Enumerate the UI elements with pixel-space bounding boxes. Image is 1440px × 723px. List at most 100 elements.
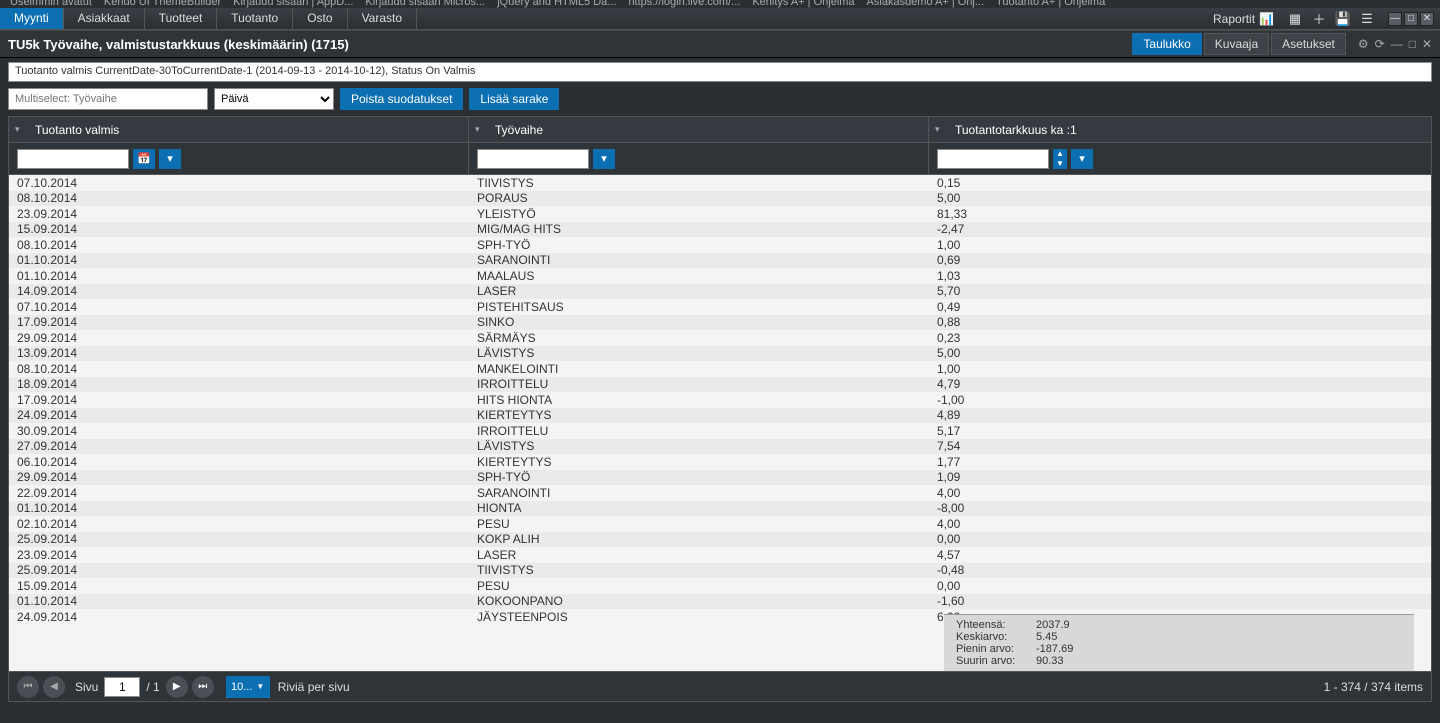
table-row[interactable]: 24.09.2014KIERTEYTYS4,89 xyxy=(9,408,1431,424)
table-row[interactable]: 07.10.2014PISTEHITSAUS0,49 xyxy=(9,299,1431,315)
pager-info: 1 - 374 / 374 items xyxy=(1324,680,1423,694)
table-row[interactable]: 01.10.2014KOKOONPANO-1,60 xyxy=(9,594,1431,610)
browser-tab[interactable]: Kendo UI ThemeBuilder xyxy=(104,0,221,8)
filter-description[interactable]: Tuotanto valmis CurrentDate-30ToCurrentD… xyxy=(8,62,1432,82)
filter-input-c2[interactable] xyxy=(477,149,589,169)
table-row[interactable]: 17.09.2014SINKO0,88 xyxy=(9,315,1431,331)
cell-vaihe: KOKOONPANO xyxy=(469,594,929,610)
pager-page-input[interactable] xyxy=(104,677,140,697)
table-row[interactable]: 07.10.2014TIIVISTYS0,15 xyxy=(9,175,1431,191)
panel-maximize-icon[interactable]: □ xyxy=(1409,37,1416,51)
clear-filters-button[interactable]: Poista suodatukset xyxy=(340,88,463,110)
table-row[interactable]: 25.09.2014TIIVISTYS-0,48 xyxy=(9,563,1431,579)
pager-first-button[interactable]: ⏮ xyxy=(17,676,39,698)
col-header-tyovaihe[interactable]: ▾ Työvaihe xyxy=(469,117,929,142)
browser-tab[interactable]: Useimmin avatut xyxy=(10,0,92,8)
table-row[interactable]: 02.10.2014PESU4,00 xyxy=(9,516,1431,532)
cell-date: 22.09.2014 xyxy=(9,485,469,501)
view-taulukko[interactable]: Taulukko xyxy=(1132,33,1201,55)
list-icon[interactable]: ☰ xyxy=(1358,11,1376,27)
table-row[interactable]: 25.09.2014KOKP ALIH0,00 xyxy=(9,532,1431,548)
cell-date: 24.09.2014 xyxy=(9,408,469,424)
nav-tab-asiakkaat[interactable]: Asiakkaat xyxy=(64,8,145,29)
nav-tab-myynti[interactable]: Myynti xyxy=(0,8,64,29)
nav-tab-varasto[interactable]: Varasto xyxy=(348,8,417,29)
cell-vaihe: PISTEHITSAUS xyxy=(469,299,929,315)
view-asetukset[interactable]: Asetukset xyxy=(1271,33,1346,55)
cell-date: 24.09.2014 xyxy=(9,609,469,625)
plus-icon[interactable]: ＋ xyxy=(1310,11,1328,27)
filter-input-c1[interactable] xyxy=(17,149,129,169)
table-row[interactable]: 15.09.2014PESU0,00 xyxy=(9,578,1431,594)
cell-vaihe: SARANOINTI xyxy=(469,485,929,501)
table-row[interactable]: 13.09.2014LÄVISTYS5,00 xyxy=(9,346,1431,362)
table-row[interactable]: 30.09.2014IRROITTELU5,17 xyxy=(9,423,1431,439)
browser-tab[interactable]: Kirjaudu sisään Micros... xyxy=(365,0,485,8)
pager-prev-button[interactable]: ◀ xyxy=(43,676,65,698)
multiselect-tyovaihe[interactable] xyxy=(8,88,208,110)
table-row[interactable]: 14.09.2014LASER5,70 xyxy=(9,284,1431,300)
window-close-icon[interactable]: ✕ xyxy=(1420,12,1434,26)
cell-vaihe: PORAUS xyxy=(469,191,929,207)
controls-row: Päivä Poista suodatukset Lisää sarake xyxy=(0,82,1440,116)
panel-close-icon[interactable]: ✕ xyxy=(1422,37,1432,51)
cell-date: 23.09.2014 xyxy=(9,206,469,222)
nav-tab-tuotteet[interactable]: Tuotteet xyxy=(145,8,218,29)
table-row[interactable]: 23.09.2014YLEISTYÖ81,33 xyxy=(9,206,1431,222)
filter-icon[interactable]: ▾ xyxy=(1071,149,1093,169)
browser-tab[interactable]: Kirjaudu sisään | AppD... xyxy=(233,0,353,8)
nav-tab-tuotanto[interactable]: Tuotanto xyxy=(217,8,293,29)
nav-tab-osto[interactable]: Osto xyxy=(293,8,347,29)
browser-tab[interactable]: https://login.live.com/... xyxy=(628,0,740,8)
table-row[interactable]: 01.10.2014MAALAUS1,03 xyxy=(9,268,1431,284)
browser-tab[interactable]: Asiakasdemo A+ | Ohj... xyxy=(867,0,985,8)
refresh-icon[interactable]: ⟳ xyxy=(1375,37,1385,51)
table-row[interactable]: 18.09.2014IRROITTELU4,79 xyxy=(9,377,1431,393)
filter-icon[interactable]: ▾ xyxy=(159,149,181,169)
cell-tarkkuus: 7,54 xyxy=(929,439,1431,455)
pager-last-button[interactable]: ⏭ xyxy=(192,676,214,698)
filter-input-c3[interactable] xyxy=(937,149,1049,169)
cell-date: 01.10.2014 xyxy=(9,594,469,610)
table-row[interactable]: 15.09.2014MIG/MAG HITS-2,47 xyxy=(9,222,1431,238)
browser-tab[interactable]: jQuery and HTML5 Da... xyxy=(497,0,616,8)
spin-up-icon[interactable]: ▲ xyxy=(1053,149,1067,159)
panel-minimize-icon[interactable]: — xyxy=(1391,37,1403,51)
table-row[interactable]: 08.10.2014MANKELOINTI1,00 xyxy=(9,361,1431,377)
chevron-down-icon: ▾ xyxy=(475,124,480,135)
col-header-tuotantotarkkuus[interactable]: ▾ Tuotantotarkkuus ka :1 xyxy=(929,117,1431,142)
calendar-icon[interactable]: 📅 xyxy=(133,149,155,169)
save-icon[interactable]: 💾 xyxy=(1334,11,1352,27)
table-row[interactable]: 08.10.2014SPH-TYÖ1,00 xyxy=(9,237,1431,253)
grid-icon[interactable]: ▦ xyxy=(1286,11,1304,27)
cell-date: 17.09.2014 xyxy=(9,315,469,331)
pager-size-select[interactable]: 10... xyxy=(226,676,270,698)
add-column-button[interactable]: Lisää sarake xyxy=(469,88,559,110)
col-header-tuotanto-valmis[interactable]: ▾ Tuotanto valmis xyxy=(9,117,469,142)
browser-tab[interactable]: Kehitys A+ | Ohjelma xyxy=(752,0,854,8)
table-row[interactable]: 23.09.2014LASER4,57 xyxy=(9,547,1431,563)
table-row[interactable]: 29.09.2014SPH-TYÖ1,09 xyxy=(9,470,1431,486)
cell-date: 17.09.2014 xyxy=(9,392,469,408)
gear-icon[interactable]: ⚙ xyxy=(1358,37,1369,51)
table-row[interactable]: 08.10.2014PORAUS5,00 xyxy=(9,191,1431,207)
window-minimize-icon[interactable]: — xyxy=(1388,12,1402,26)
cell-vaihe: TIIVISTYS xyxy=(469,563,929,579)
pager-next-button[interactable]: ▶ xyxy=(166,676,188,698)
filter-icon[interactable]: ▾ xyxy=(593,149,615,169)
table-row[interactable]: 01.10.2014SARANOINTI0,69 xyxy=(9,253,1431,269)
table-row[interactable]: 27.09.2014LÄVISTYS7,54 xyxy=(9,439,1431,455)
cell-date: 08.10.2014 xyxy=(9,237,469,253)
table-row[interactable]: 29.09.2014SÄRMÄYS0,23 xyxy=(9,330,1431,346)
window-restore-icon[interactable]: □ xyxy=(1404,12,1418,26)
view-kuvaaja[interactable]: Kuvaaja xyxy=(1204,33,1269,55)
grid-body[interactable]: 07.10.2014TIIVISTYS0,1508.10.2014PORAUS5… xyxy=(9,175,1431,671)
spin-down-icon[interactable]: ▼ xyxy=(1053,159,1067,169)
table-row[interactable]: 17.09.2014HITS HIONTA-1,00 xyxy=(9,392,1431,408)
raportit-button[interactable]: Raportit 📊 xyxy=(1207,12,1280,26)
grouping-select[interactable]: Päivä xyxy=(214,88,334,110)
table-row[interactable]: 22.09.2014SARANOINTI4,00 xyxy=(9,485,1431,501)
table-row[interactable]: 06.10.2014KIERTEYTYS1,77 xyxy=(9,454,1431,470)
table-row[interactable]: 01.10.2014HIONTA-8,00 xyxy=(9,501,1431,517)
browser-tab[interactable]: Tuotanto A+ | Ohjelma xyxy=(996,0,1105,8)
